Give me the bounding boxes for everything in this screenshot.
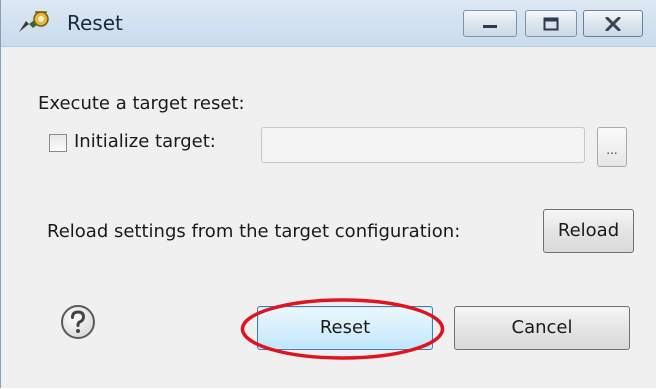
- initialize-target-field[interactable]: [261, 127, 585, 163]
- maximize-icon: [543, 17, 559, 30]
- title-bar[interactable]: Reset: [1, 0, 656, 47]
- minimize-icon: [483, 24, 497, 28]
- cancel-button[interactable]: Cancel: [454, 306, 630, 350]
- reset-dialog: Reset Execute a target reset: Initialize…: [0, 0, 656, 388]
- target-connection-icon: [19, 11, 49, 32]
- initialize-target-checkbox[interactable]: [49, 134, 67, 152]
- reload-button[interactable]: Reload: [543, 209, 634, 253]
- window-title: Reset: [67, 11, 123, 35]
- reset-button[interactable]: Reset: [257, 306, 433, 350]
- browse-button[interactable]: ...: [597, 127, 627, 167]
- dialog-content: Execute a target reset: Initialize targe…: [1, 47, 656, 388]
- initialize-target-label[interactable]: Initialize target:: [74, 131, 216, 152]
- maximize-button[interactable]: [525, 10, 577, 37]
- reload-settings-label: Reload settings from the target configur…: [47, 221, 461, 242]
- close-button[interactable]: [583, 10, 643, 37]
- execute-reset-label: Execute a target reset:: [38, 93, 245, 114]
- help-icon[interactable]: [60, 304, 96, 340]
- close-icon: [605, 16, 621, 31]
- minimize-button[interactable]: [463, 10, 517, 37]
